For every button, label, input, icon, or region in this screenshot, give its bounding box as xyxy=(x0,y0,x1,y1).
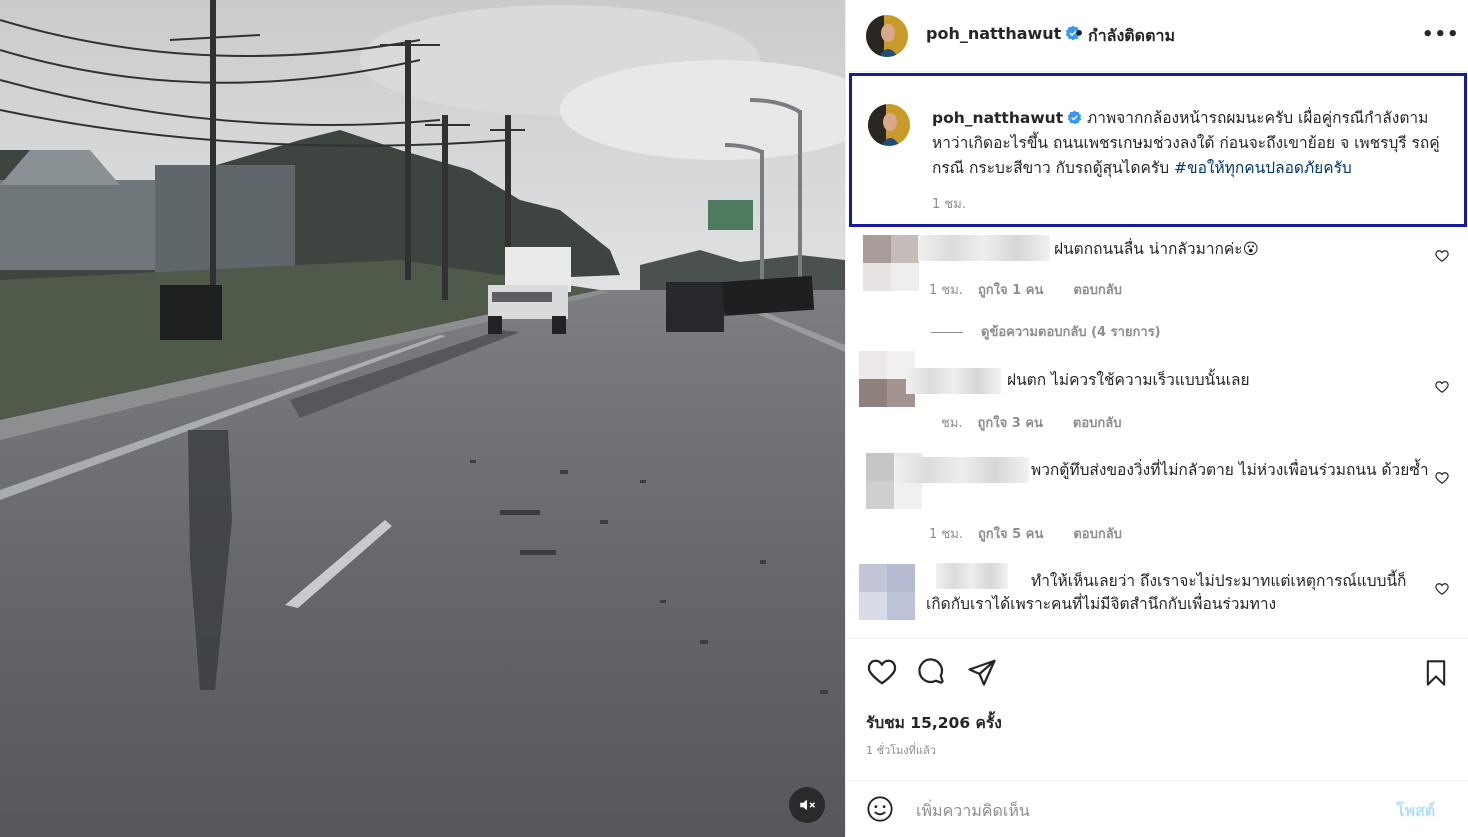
comment-composer: โพสต์ xyxy=(846,780,1468,837)
comment-reply-button[interactable]: ตอบกลับ xyxy=(1073,527,1122,542)
dashcam-road-scene xyxy=(0,0,845,837)
bookmark-icon[interactable] xyxy=(1422,657,1450,689)
speaker-muted-icon xyxy=(800,799,816,811)
post-comment-button[interactable]: โพสต์ xyxy=(1396,799,1435,824)
view-replies-button[interactable]: ดูข้อความตอบกลับ (4 รายการ) xyxy=(931,321,1161,342)
comment-meta: 1 ชม. ถูกใจ 5 คน ตอบกลับ xyxy=(929,523,1122,544)
comment-item: ฝนตกถนนลื่น น่ากลัวมากค่ะ😮 1 ชม. ถูกใจ 1 … xyxy=(846,228,1468,348)
author-username-link[interactable]: poh_natthawut xyxy=(926,24,1081,43)
caption-hashtag[interactable]: #ขอให้ทุกคนปลอดภัยครับ xyxy=(1174,159,1352,177)
post-video[interactable] xyxy=(0,0,845,837)
comment-meta: 1 ชม. ถูกใจ 1 คน ตอบกลับ xyxy=(929,279,1122,300)
comment-text: พวกตู้ทึบส่งของวิ่งที่ไม่กลัวตาย ไม่ห่วง… xyxy=(1031,461,1429,479)
comment-reply-button[interactable]: ตอบกลับ xyxy=(1073,283,1122,298)
comment-like-heart-icon[interactable] xyxy=(1435,471,1449,485)
commenter-avatar-blurred[interactable] xyxy=(863,235,919,291)
comment-item: ทำให้เห็นเลยว่า ถึงเราจะไม่ประมาทแต่เหตุ… xyxy=(846,560,1468,638)
author-avatar[interactable] xyxy=(866,15,908,57)
comment-likes[interactable]: ถูกใจ 5 คน xyxy=(978,527,1043,542)
caption-text: poh_natthawut ภาพจากกล้องหน้ารถผมนะครับ … xyxy=(932,106,1447,181)
comment-time[interactable]: 1 ชม. xyxy=(929,283,963,298)
comments-list[interactable]: ฝนตกถนนลื่น น่ากลัวมากค่ะ😮 1 ชม. ถูกใจ 1 … xyxy=(846,228,1468,638)
post-header: poh_natthawut • กำลังติดตาม ••• xyxy=(846,0,1468,72)
instagram-post-view: poh_natthawut • กำลังติดตาม ••• poh_natt… xyxy=(0,0,1468,837)
comment-text: ฝนตก ไม่ควรใช้ความเร็วแบบนั้นเลย xyxy=(1007,371,1250,389)
view-count[interactable]: รับชม 15,206 ครั้ง xyxy=(866,710,1002,735)
post-details-panel: poh_natthawut • กำลังติดตาม ••• poh_natt… xyxy=(845,0,1468,837)
comment-likes[interactable]: ถูกใจ 1 คน xyxy=(978,283,1043,298)
following-button[interactable]: กำลังติดตาม xyxy=(1088,24,1175,49)
comment-item: ฝนตก ไม่ควรใช้ความเร็วแบบนั้นเลย ชม. ถูกใ… xyxy=(846,348,1468,453)
comment-likes[interactable]: ถูกใจ 3 คน xyxy=(978,416,1043,431)
post-actions-bar: รับชม 15,206 ครั้ง 1 ชั่วโมงที่แล้ว xyxy=(846,638,1468,758)
mute-toggle-button[interactable] xyxy=(789,787,825,823)
post-timestamp[interactable]: 1 ชั่วโมงที่แล้ว xyxy=(866,741,936,759)
comment-like-heart-icon[interactable] xyxy=(1435,249,1449,263)
commenter-name-blurred[interactable] xyxy=(906,368,1001,394)
comment-item: พวกตู้ทึบส่งของวิ่งที่ไม่กลัวตาย ไม่ห่วง… xyxy=(846,453,1468,560)
caption-username[interactable]: poh_natthawut xyxy=(932,109,1063,127)
comment-meta: ชม. ถูกใจ 3 คน ตอบกลับ xyxy=(941,412,1122,433)
comment-text: ทำให้เห็นเลยว่า ถึงเราจะไม่ประมาทแต่เหตุ… xyxy=(926,572,1407,613)
more-options-button[interactable]: ••• xyxy=(1422,24,1460,45)
verified-badge-icon xyxy=(1067,110,1082,125)
header-separator: • xyxy=(1074,24,1085,43)
commenter-avatar-blurred[interactable] xyxy=(859,564,915,620)
comment-text: ฝนตกถนนลื่น น่ากลัวมากค่ะ😮 xyxy=(1054,240,1259,258)
comment-reply-button[interactable]: ตอบกลับ xyxy=(1073,416,1122,431)
caption-timestamp[interactable]: 1 ชม. xyxy=(932,193,966,214)
commenter-name-blurred[interactable] xyxy=(918,235,1050,261)
heart-icon[interactable] xyxy=(866,657,898,687)
comment-like-heart-icon[interactable] xyxy=(1435,380,1449,394)
share-icon[interactable] xyxy=(966,657,998,687)
comment-icon[interactable] xyxy=(916,657,948,687)
caption-author-avatar[interactable] xyxy=(868,104,910,146)
comment-like-heart-icon[interactable] xyxy=(1435,582,1449,596)
post-caption: poh_natthawut ภาพจากกล้องหน้ารถผมนะครับ … xyxy=(849,73,1467,227)
emoji-icon[interactable] xyxy=(866,795,894,823)
comment-time[interactable]: ชม. xyxy=(941,416,963,431)
comment-time[interactable]: 1 ชม. xyxy=(929,527,963,542)
comment-input[interactable] xyxy=(916,793,1386,827)
